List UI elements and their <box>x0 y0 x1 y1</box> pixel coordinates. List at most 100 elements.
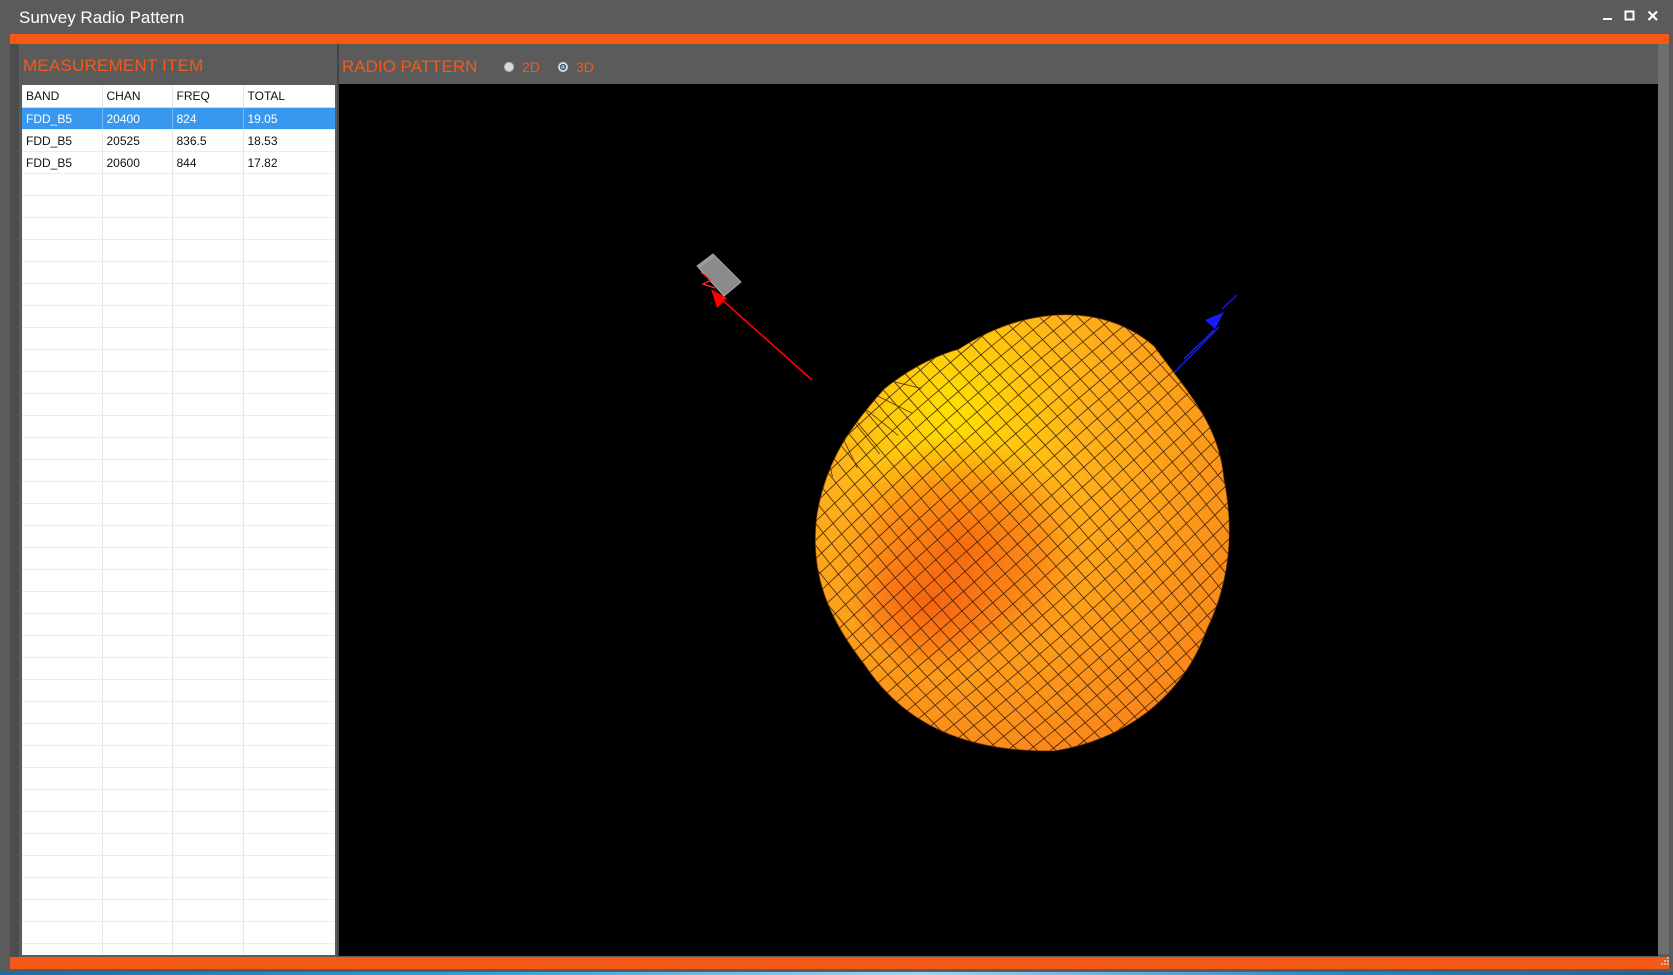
table-row[interactable]: FDD_B5 20525 836.5 18.53 <box>22 129 335 152</box>
empty-table-row <box>22 657 335 680</box>
empty-cell <box>102 393 173 416</box>
empty-table-row <box>22 745 335 768</box>
empty-cell <box>22 569 103 592</box>
empty-cell <box>102 261 173 284</box>
column-header-freq[interactable]: FREQ <box>172 85 244 108</box>
empty-table-row <box>22 349 335 372</box>
empty-cell <box>102 833 173 856</box>
empty-cell <box>243 305 335 328</box>
radio-pattern-panel: RADIO PATTERN 2D 3D <box>339 44 1658 957</box>
empty-cell <box>22 701 103 724</box>
empty-cell <box>243 569 335 592</box>
window-edge-left <box>10 44 19 964</box>
title-bar[interactable]: Sunvey Radio Pattern <box>0 0 1673 34</box>
maximize-button[interactable] <box>1620 6 1640 26</box>
app-window: Sunvey Radio Pattern MEASUREMENT ITEM BA… <box>0 0 1673 972</box>
empty-cell <box>102 723 173 746</box>
empty-cell <box>102 877 173 900</box>
column-header-band[interactable]: BAND <box>22 85 103 108</box>
empty-cell <box>243 195 335 218</box>
empty-cell <box>243 547 335 570</box>
empty-cell <box>102 569 173 592</box>
measurement-table[interactable]: BAND CHAN FREQ TOTAL FDD_B5 20400 824 19… <box>22 85 335 955</box>
empty-cell <box>102 811 173 834</box>
empty-table-row <box>22 239 335 262</box>
empty-cell <box>172 283 244 306</box>
empty-cell <box>22 613 103 636</box>
blue-axis-line-inner <box>1183 329 1215 360</box>
empty-cell <box>22 217 103 240</box>
empty-table-row <box>22 943 335 955</box>
blue-axis-tip <box>1221 294 1238 310</box>
empty-cell <box>102 899 173 922</box>
empty-table-row <box>22 877 335 900</box>
empty-cell <box>172 745 244 768</box>
empty-cell <box>22 503 103 526</box>
empty-cell <box>172 547 244 570</box>
column-header-total[interactable]: TOTAL <box>243 85 335 108</box>
cell-freq: 836.5 <box>172 129 244 152</box>
empty-cell <box>22 789 103 812</box>
close-button[interactable] <box>1643 6 1663 26</box>
empty-cell <box>243 283 335 306</box>
cell-chan: 20525 <box>102 129 173 152</box>
mesh-pole-line <box>815 359 926 363</box>
close-icon <box>1647 10 1658 21</box>
empty-cell <box>243 437 335 460</box>
resize-grip-icon[interactable] <box>1660 956 1670 966</box>
empty-cell <box>172 503 244 526</box>
cell-total: 18.53 <box>243 129 335 152</box>
empty-cell <box>243 503 335 526</box>
empty-table-row <box>22 899 335 922</box>
empty-cell <box>22 393 103 416</box>
empty-table-row <box>22 767 335 790</box>
empty-cell <box>243 613 335 636</box>
empty-cell <box>22 173 103 196</box>
mode-3d-label: 3D <box>576 59 594 75</box>
empty-cell <box>243 899 335 922</box>
pole-marker-icon <box>798 351 810 365</box>
empty-cell <box>243 217 335 240</box>
empty-cell <box>243 415 335 438</box>
empty-cell <box>172 723 244 746</box>
empty-cell <box>102 921 173 944</box>
mode-2d-label: 2D <box>522 59 540 75</box>
empty-cell <box>172 921 244 944</box>
minimize-button[interactable] <box>1598 6 1618 26</box>
empty-cell <box>172 437 244 460</box>
empty-cell <box>243 591 335 614</box>
empty-cell <box>22 195 103 218</box>
empty-table-row <box>22 415 335 438</box>
table-row[interactable]: FDD_B5 20400 824 19.05 <box>22 107 335 130</box>
pattern-3d-viewport[interactable] <box>339 84 1658 956</box>
empty-cell <box>172 195 244 218</box>
empty-cell <box>22 349 103 372</box>
empty-cell <box>102 415 173 438</box>
mode-2d-radio[interactable]: 2D <box>504 58 540 76</box>
cell-total: 17.82 <box>243 151 335 174</box>
empty-table-row <box>22 679 335 702</box>
radiation-pattern-surface <box>713 314 1230 752</box>
empty-cell <box>22 415 103 438</box>
empty-table-row <box>22 371 335 394</box>
empty-table-row <box>22 921 335 944</box>
empty-cell <box>243 833 335 856</box>
table-row[interactable]: FDD_B5 20600 844 17.82 <box>22 151 335 174</box>
empty-cell <box>22 679 103 702</box>
radio-pattern-title: RADIO PATTERN <box>342 57 478 76</box>
mode-3d-radio[interactable]: 3D <box>558 58 594 76</box>
empty-cell <box>102 745 173 768</box>
empty-cell <box>22 943 103 955</box>
empty-cell <box>243 239 335 262</box>
empty-cell <box>102 789 173 812</box>
empty-cell <box>243 855 335 878</box>
empty-cell <box>172 899 244 922</box>
empty-cell <box>243 767 335 790</box>
empty-cell <box>172 701 244 724</box>
column-header-chan[interactable]: CHAN <box>102 85 173 108</box>
empty-cell <box>172 305 244 328</box>
mesh-pole-line <box>713 360 805 438</box>
empty-table-row <box>22 855 335 878</box>
empty-cell <box>22 547 103 570</box>
empty-cell <box>102 613 173 636</box>
